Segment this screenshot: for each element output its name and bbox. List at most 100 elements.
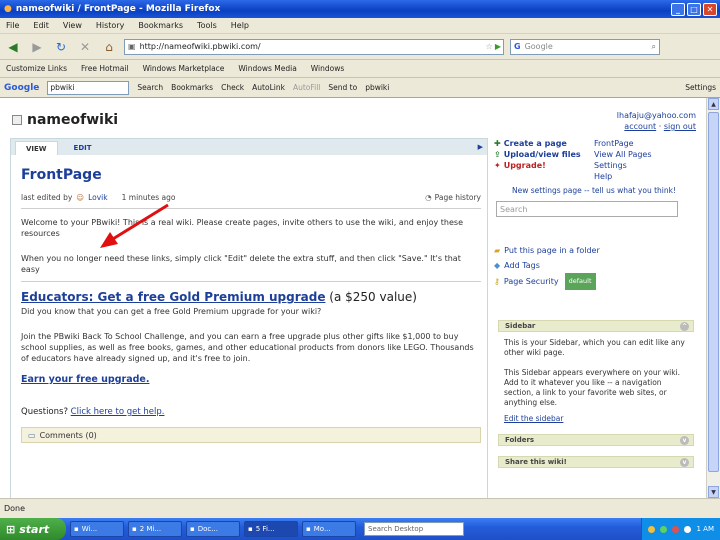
desktop-search-input[interactable]: Search Desktop: [364, 522, 464, 536]
sidebar-header[interactable]: Sidebar ^: [498, 320, 694, 332]
gtb-autolink[interactable]: AutoLink: [252, 83, 285, 92]
gtb-settings[interactable]: Settings: [685, 83, 720, 92]
gtb-pbwiki[interactable]: pbwiki: [365, 83, 389, 92]
folder-label: Put this page in a folder: [504, 246, 600, 255]
gtb-bookmarks[interactable]: Bookmarks: [171, 83, 213, 92]
taskbar-button-4[interactable]: ▪ 5 Fi...: [244, 521, 298, 537]
tab-edit[interactable]: EDIT: [64, 141, 102, 155]
window-titlebar: ● nameofwiki / FrontPage - Mozilla Firef…: [0, 0, 720, 18]
menu-bar: File Edit View History Bookmarks Tools H…: [0, 18, 720, 34]
start-label: start: [19, 522, 50, 536]
go-icon[interactable]: ▶: [495, 42, 501, 51]
taskbar-label-5: Mo...: [313, 525, 331, 533]
meta-user[interactable]: Lovik: [88, 193, 108, 202]
tab-view[interactable]: VIEW: [15, 141, 58, 155]
taskbar-button-2[interactable]: ▪ 2 Mi...: [128, 521, 182, 537]
bookmark-free-hotmail[interactable]: Free Hotmail: [81, 64, 129, 73]
educators-heading: Educators: Get a free Gold Premium upgra…: [21, 290, 481, 304]
reload-icon[interactable]: ↻: [52, 38, 70, 56]
tray-icon[interactable]: [648, 525, 656, 533]
gtb-send-to[interactable]: Send to: [328, 83, 357, 92]
taskbar-button-3[interactable]: ▪ Doc...: [186, 521, 240, 537]
vertical-scrollbar[interactable]: ▲ ▼: [706, 98, 720, 498]
add-tags-link[interactable]: ◆ Add Tags: [494, 258, 694, 273]
earn-upgrade-link[interactable]: Earn your free upgrade.: [21, 374, 481, 385]
expand-icon[interactable]: v: [680, 435, 689, 445]
folder-link[interactable]: ▰ Put this page in a folder: [494, 243, 694, 258]
taskbar-button-5[interactable]: ▪ Mo...: [302, 521, 356, 537]
page-meta: last edited by ☺ Lovik 1 minutes ago ◔ Pa…: [21, 193, 481, 202]
sign-out-link[interactable]: sign out: [664, 122, 696, 131]
bookmark-customize-links[interactable]: Customize Links: [6, 64, 67, 73]
sidebar-box: Sidebar ^ This is your Sidebar, which you…: [498, 320, 694, 468]
wiki-name[interactable]: nameofwiki: [27, 112, 118, 128]
folders-header[interactable]: Folders v: [498, 434, 694, 446]
expand-icon[interactable]: v: [680, 457, 689, 467]
bookmark-windows-marketplace[interactable]: Windows Marketplace: [143, 64, 225, 73]
create-page-label: Create a page: [503, 139, 567, 148]
maximize-button[interactable]: □: [687, 2, 701, 16]
upload-files-link[interactable]: ⇪ Upload/view files: [494, 149, 594, 160]
home-icon[interactable]: ⌂: [100, 38, 118, 56]
frontpage-link[interactable]: FrontPage: [594, 138, 652, 149]
settings-link[interactable]: Settings: [594, 160, 652, 171]
gtb-search[interactable]: Search: [137, 83, 163, 92]
collapse-icon[interactable]: ^: [680, 321, 689, 331]
bookmark-windows[interactable]: Windows: [311, 64, 344, 73]
gtb-check[interactable]: Check: [221, 83, 244, 92]
bookmark-windows-media[interactable]: Windows Media: [238, 64, 296, 73]
help-link[interactable]: Help: [594, 171, 652, 182]
create-page-link[interactable]: ✚ Create a page: [494, 138, 594, 149]
account-link[interactable]: account: [624, 122, 656, 131]
comment-icon: ▭: [28, 430, 36, 440]
gtb-autofill[interactable]: AutoFill: [293, 83, 320, 92]
view-all-pages-link[interactable]: View All Pages: [594, 149, 652, 160]
wiki-logo-icon: [12, 115, 22, 125]
web-search-box[interactable]: G Google ⌕: [510, 38, 660, 55]
educators-link[interactable]: Educators: Get a free Gold Premium upgra…: [21, 290, 325, 304]
settings-feedback-link[interactable]: New settings page -- tell us what you th…: [494, 186, 694, 195]
tray-icon[interactable]: [660, 525, 668, 533]
scroll-down-icon[interactable]: ▼: [708, 486, 719, 498]
collapse-arrow-icon[interactable]: ▶: [478, 143, 487, 151]
back-icon[interactable]: ◀: [4, 38, 22, 56]
close-button[interactable]: ✕: [703, 2, 717, 16]
page-history-link[interactable]: ◔ Page history: [425, 193, 481, 202]
page-security-link[interactable]: ⚷ Page Security default: [494, 273, 694, 290]
get-help-link[interactable]: Click here to get help.: [71, 407, 165, 417]
menu-tools[interactable]: Tools: [197, 21, 217, 30]
side-column: ✚ Create a page ⇪ Upload/view files ✦ Upgra…: [494, 138, 694, 468]
tray-icon[interactable]: [672, 525, 680, 533]
upgrade-link[interactable]: ✦ Upgrade!: [494, 160, 594, 171]
folder-icon: ▰: [494, 246, 501, 255]
create-page-icon: ✚: [494, 139, 501, 148]
start-button[interactable]: ⊞ start: [0, 518, 66, 540]
search-go-icon[interactable]: ⌕: [652, 42, 656, 52]
tags-label: Add Tags: [504, 261, 540, 270]
stop-icon[interactable]: ✕: [76, 38, 94, 56]
scroll-up-icon[interactable]: ▲: [708, 98, 719, 110]
scroll-thumb[interactable]: [708, 112, 719, 472]
menu-view[interactable]: View: [63, 21, 82, 30]
forward-icon[interactable]: ▶: [28, 38, 46, 56]
minimize-button[interactable]: _: [671, 2, 685, 16]
share-header[interactable]: Share this wiki! v: [498, 456, 694, 468]
menu-edit[interactable]: Edit: [33, 21, 49, 30]
taskbar-button-1[interactable]: ▪ Wi...: [70, 521, 124, 537]
edit-sidebar-link[interactable]: Edit the sidebar: [504, 414, 688, 424]
sidebar-body: This is your Sidebar, which you can edit…: [498, 332, 694, 430]
main-column: VIEW EDIT ▶ FrontPage last edited by ☺ L…: [10, 138, 488, 498]
menu-help[interactable]: Help: [231, 21, 249, 30]
menu-bookmarks[interactable]: Bookmarks: [138, 21, 183, 30]
menu-file[interactable]: File: [6, 21, 19, 30]
sidebar-title: Sidebar: [505, 322, 536, 330]
url-bar[interactable]: ▣ http://nameofwiki.pbwiki.com/ ☆ ▶: [124, 38, 504, 55]
menu-history[interactable]: History: [96, 21, 124, 30]
tray-icon[interactable]: [684, 525, 692, 533]
meta-prefix: last edited by: [21, 193, 73, 202]
wiki-search-input[interactable]: Search: [496, 201, 678, 217]
comments-bar[interactable]: ▭ Comments (0): [21, 427, 481, 443]
key-icon: ⚷: [494, 277, 500, 286]
google-toolbar-input[interactable]: pbwiki: [47, 80, 130, 95]
bookmark-star-icon[interactable]: ☆: [486, 42, 493, 51]
